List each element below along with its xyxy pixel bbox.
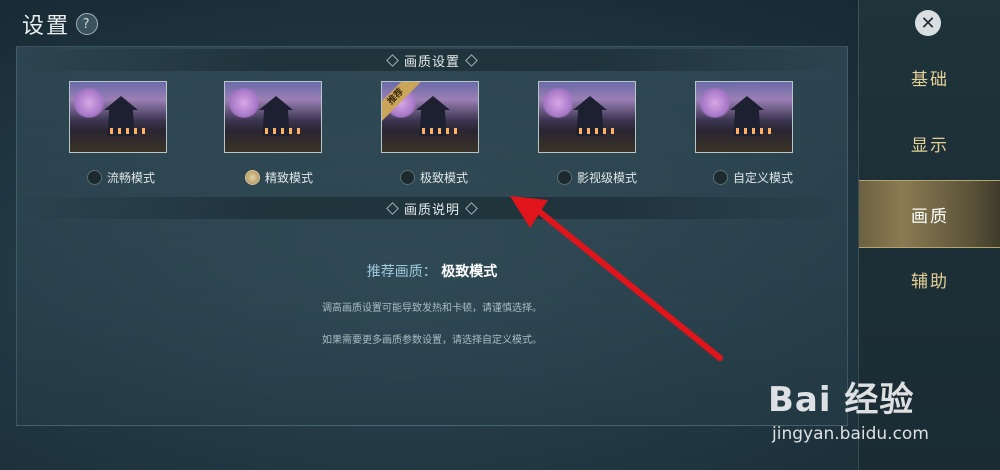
preset-thumb-ultimate[interactable]: 推荐 [381, 81, 479, 153]
radio-custom[interactable] [713, 170, 728, 185]
preset-thumb-fine[interactable] [224, 81, 322, 153]
watermark-url: jingyan.baidu.com [772, 424, 929, 444]
recommend-label: 推荐画质： [366, 264, 437, 280]
tab-basic-label: 基础 [911, 69, 949, 90]
tab-basic[interactable]: 基础 [859, 44, 1000, 110]
desc-line-1: 调高画质设置可能导致发热和卡顿，请谨慎选择。 [322, 303, 542, 314]
tab-quality[interactable]: 画质 [859, 180, 1000, 248]
preset-label-fine: 精致模式 [265, 171, 314, 185]
quality-settings-header: 画质设置 [17, 49, 847, 71]
preset-option-smooth[interactable]: 流畅模式 [87, 169, 155, 186]
tab-quality-label: 画质 [911, 206, 949, 227]
help-icon[interactable]: ? [76, 13, 99, 35]
tab-assist-label: 辅助 [911, 271, 949, 292]
radio-fine[interactable] [245, 170, 260, 185]
preset-label-cinematic: 影视级模式 [577, 171, 638, 185]
preset-thumb-cinematic[interactable] [538, 81, 636, 153]
radio-ultimate[interactable] [400, 170, 415, 185]
preset-option-custom[interactable]: 自定义模式 [713, 169, 793, 186]
settings-panel: 画质设置 推荐 流畅模式 精致模式 极致模式 影视级模式 自定义模式 画质说明 … [16, 46, 848, 426]
recommended-quality: 推荐画质： 极致模式 [17, 261, 847, 281]
preset-label-ultimate: 极致模式 [420, 171, 469, 185]
preset-thumb-smooth[interactable] [69, 81, 167, 153]
tab-assist[interactable]: 辅助 [859, 246, 1000, 312]
quality-settings-title: 画质设置 [386, 51, 478, 70]
preset-label-custom: 自定义模式 [733, 171, 794, 185]
quality-desc-header: 画质说明 [17, 197, 847, 219]
tab-display[interactable]: 显示 [859, 110, 1000, 176]
preset-option-ultimate[interactable]: 极致模式 [400, 169, 468, 186]
watermark-logo: Bai 经验 [768, 380, 915, 420]
preset-option-fine[interactable]: 精致模式 [245, 169, 313, 186]
preset-option-cinematic[interactable]: 影视级模式 [557, 169, 637, 186]
close-icon[interactable]: ✕ [915, 10, 941, 36]
desc-line-2: 如果需要更多画质参数设置，请选择自定义模式。 [322, 335, 542, 346]
watermark: Bai 经验 jingyan.baidu.com [768, 364, 978, 454]
quality-desc-title: 画质说明 [386, 199, 478, 218]
preset-label-smooth: 流畅模式 [107, 171, 156, 185]
preset-thumb-custom[interactable] [695, 81, 793, 153]
radio-cinematic[interactable] [557, 170, 572, 185]
radio-smooth[interactable] [87, 170, 102, 185]
title-text: 设置 [22, 14, 71, 39]
tab-display-label: 显示 [911, 135, 949, 156]
page-title: 设置 ? [22, 8, 99, 40]
recommend-value: 极致模式 [441, 264, 498, 280]
